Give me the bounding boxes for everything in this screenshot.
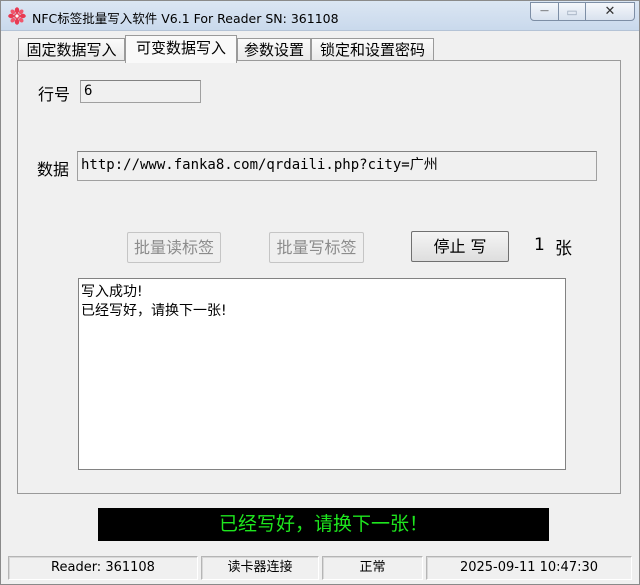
written-count: 1 (534, 235, 545, 255)
tab-label: 参数设置 (243, 41, 304, 59)
status-reader-connection: 读卡器连接 (201, 556, 319, 580)
log-line: 写入成功! (81, 284, 143, 300)
app-window: NFC标签批量写入软件 V6.1 For Reader SN: 361108 —… (0, 0, 640, 585)
minimize-button[interactable]: — (530, 2, 559, 21)
status-datetime: 2025-09-11 10:47:30 (426, 556, 632, 580)
status-reader: Reader: 361108 (8, 556, 198, 580)
close-button[interactable]: ✕ (585, 2, 635, 21)
stop-write-button[interactable]: 停止 写 (411, 231, 509, 262)
status-state: 正常 (322, 556, 423, 580)
tab-parameter-settings[interactable]: 参数设置 (237, 38, 311, 62)
variable-data-panel: 行号 6 数据 http://www.fanka8.com/qrdaili.ph… (17, 60, 621, 494)
count-unit: 张 (555, 239, 572, 259)
tab-label: 固定数据写入 (26, 41, 117, 59)
row-number-label: 行号 (38, 85, 71, 104)
tab-variable-data-write[interactable]: 可变数据写入 (125, 35, 237, 63)
window-title: NFC标签批量写入软件 V6.1 For Reader SN: 361108 (32, 11, 339, 26)
gear-flower-icon (8, 7, 26, 25)
maximize-icon: ▭ (566, 4, 578, 19)
title-bar[interactable]: NFC标签批量写入软件 V6.1 For Reader SN: 361108 —… (1, 1, 639, 31)
status-bar: Reader: 361108 读卡器连接 正常 2025-09-11 10:47… (1, 554, 639, 584)
log-line: 已经写好，请换下一张! (81, 303, 227, 319)
tab-fixed-data-write[interactable]: 固定数据写入 (18, 38, 125, 62)
status-banner: 已经写好，请换下一张！ (98, 508, 549, 541)
maximize-button[interactable]: ▭ (558, 2, 586, 21)
data-label: 数据 (37, 160, 70, 179)
tab-lock-and-password[interactable]: 锁定和设置密码 (311, 38, 434, 62)
minimize-icon: — (540, 6, 549, 16)
tab-label: 锁定和设置密码 (319, 41, 425, 59)
row-number-field[interactable]: 6 (80, 80, 201, 103)
batch-read-button[interactable]: 批量读标签 (127, 232, 221, 263)
data-field[interactable]: http://www.fanka8.com/qrdaili.php?city=广… (77, 151, 597, 181)
log-output[interactable]: 写入成功! 已经写好，请换下一张! (78, 278, 566, 470)
tab-label: 可变数据写入 (135, 39, 226, 57)
batch-write-button[interactable]: 批量写标签 (269, 232, 364, 263)
close-icon: ✕ (604, 4, 616, 19)
